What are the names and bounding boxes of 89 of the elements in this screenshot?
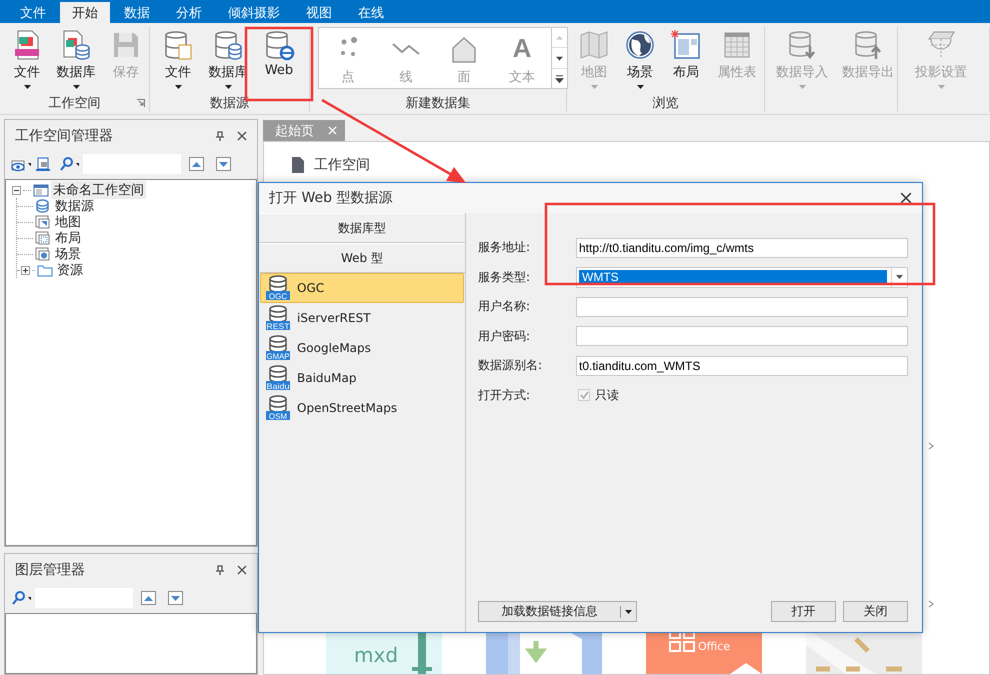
export-icon <box>35 156 51 172</box>
text-field[interactable] <box>576 296 908 317</box>
menu-tab[interactable]: 文件 <box>8 2 58 23</box>
dialog-launcher-icon[interactable] <box>137 99 145 107</box>
datasource-icon <box>35 198 51 214</box>
collapse-toggle[interactable] <box>12 186 21 194</box>
caret-icon <box>590 85 598 89</box>
dropdown-arrow-icon <box>896 275 903 280</box>
tree-item[interactable]: 场景 <box>53 245 83 263</box>
menu-tab[interactable]: 分析 <box>164 2 214 23</box>
menu-tab[interactable]: 在线 <box>346 2 396 23</box>
menu-tab[interactable]: 视图 <box>294 2 344 23</box>
dialog-title: 打开 Web 型数据源 <box>269 189 394 207</box>
panel-title: 工作空间管理器 <box>15 127 114 145</box>
chevron-icon[interactable] <box>927 442 935 450</box>
layout-node-icon <box>35 230 51 246</box>
dialog-button[interactable]: 打开 <box>771 601 836 622</box>
move-down-button[interactable] <box>168 591 183 605</box>
source-item[interactable]: OSM OpenStreetMaps <box>260 393 464 423</box>
section-heading: 工作空间 <box>314 156 370 174</box>
group-label: 工作空间 <box>48 96 100 111</box>
triangle-up-icon <box>192 162 201 166</box>
thumbnail-label: Office <box>698 640 730 653</box>
load-connection-info-button[interactable]: 加载数据链接信息 <box>478 601 637 622</box>
text-field[interactable]: t0.tianditu.com_WMTS <box>576 356 908 376</box>
checkbox-label: 只读 <box>595 386 619 404</box>
ribbon-button[interactable]: 场景 <box>617 27 663 89</box>
triangle-down-icon <box>219 162 228 166</box>
password-field[interactable] <box>576 326 908 346</box>
move-down-button[interactable] <box>216 157 231 171</box>
group-label: 浏览 <box>652 96 678 111</box>
source-item[interactable]: GMAP GoogleMaps <box>260 333 464 363</box>
caret-icon <box>798 85 806 89</box>
scene-node-icon <box>35 246 51 262</box>
tree-item[interactable]: 未命名工作空间 <box>51 181 146 199</box>
triangle-down-icon <box>171 596 180 600</box>
menu-tab[interactable]: 开始 <box>60 2 110 23</box>
field-label: 用户密码: <box>478 328 532 345</box>
tree-item[interactable]: 资源 <box>55 261 85 279</box>
group-label: 新建数据集 <box>406 96 470 111</box>
caret-icon <box>938 85 944 89</box>
ribbon-button[interactable]: 数据库 <box>50 27 102 89</box>
service-type-dropdown[interactable]: WMTS <box>576 266 908 288</box>
move-up-button[interactable] <box>141 591 156 605</box>
close-icon[interactable] <box>237 565 247 575</box>
expand-toggle[interactable] <box>21 266 30 274</box>
field-label: 服务地址: <box>478 239 532 256</box>
move-up-button[interactable] <box>189 157 204 171</box>
field-label: 数据源别名: <box>478 357 544 374</box>
field-label: 服务类型: <box>478 268 532 286</box>
source-item[interactable]: REST iServerREST <box>260 303 464 333</box>
source-item[interactable]: OGC OGC <box>260 273 464 303</box>
caret-icon <box>174 85 182 89</box>
caret-icon <box>24 85 30 89</box>
category-header[interactable]: 数据库型 <box>259 213 465 243</box>
ribbon-button[interactable]: Web <box>254 27 304 78</box>
triangle-up-icon <box>144 596 153 600</box>
close-icon[interactable] <box>900 192 912 204</box>
workspace-icon <box>33 182 49 198</box>
pin-icon[interactable] <box>215 565 225 575</box>
caret-icon <box>72 85 80 89</box>
source-item[interactable]: Baidu BaiduMap <box>260 363 464 393</box>
ribbon-button[interactable]: 文件 <box>4 27 50 89</box>
dialog-button[interactable]: 关闭 <box>843 601 908 622</box>
text-field[interactable]: http://t0.tianditu.com/img_c/wmts <box>576 238 908 258</box>
caret-icon <box>224 85 232 89</box>
map-icon <box>578 29 610 61</box>
chevron-icon[interactable] <box>927 600 935 608</box>
text-glyph-icon: A <box>512 34 532 62</box>
document-icon <box>292 157 304 173</box>
ribbon-button[interactable]: 文件 <box>154 27 202 89</box>
caret-icon <box>625 610 632 614</box>
field-label: 用户名称: <box>478 298 532 316</box>
thumbnail-label: mxd <box>354 643 398 667</box>
close-icon[interactable] <box>237 131 247 141</box>
pin-icon[interactable] <box>215 131 225 141</box>
globe-icon <box>624 29 656 61</box>
tree-item[interactable]: 地图 <box>53 213 83 231</box>
panel-title: 图层管理器 <box>15 561 86 579</box>
tree-item[interactable]: 布局 <box>53 229 83 247</box>
field-label: 打开方式: <box>478 386 532 404</box>
menu-tab[interactable]: 数据 <box>112 2 162 23</box>
caret-icon <box>636 85 644 89</box>
menu-tab[interactable]: 倾斜摄影 <box>216 2 292 23</box>
plus-icon <box>23 268 28 272</box>
layout-icon <box>670 29 702 61</box>
map-node-icon <box>35 214 51 230</box>
tree-item[interactable]: 数据源 <box>53 197 96 215</box>
ribbon-button[interactable]: 布局 <box>663 27 709 81</box>
